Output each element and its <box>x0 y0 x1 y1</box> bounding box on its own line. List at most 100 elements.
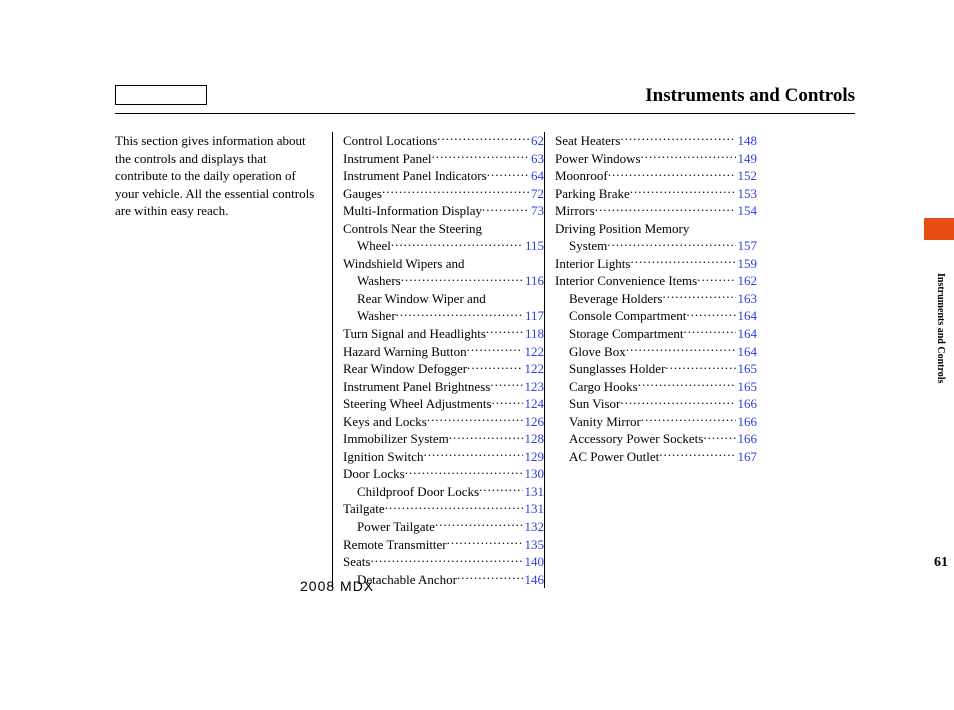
toc-page-link[interactable]: 63 <box>529 150 544 168</box>
toc-page-link[interactable]: 129 <box>523 448 545 466</box>
toc-row: Immobilizer System 128 <box>343 430 544 448</box>
toc-page-link[interactable]: 167 <box>736 448 758 466</box>
toc-label: Driving Position Memory <box>555 220 689 238</box>
toc-row: Console Compartment164 <box>555 307 757 325</box>
toc-page-link[interactable]: 153 <box>736 185 758 203</box>
toc-row: Rear Window Defogger 122 <box>343 360 544 378</box>
toc-label: Instrument Panel Brightness <box>343 378 490 396</box>
toc-label: Rear Window Defogger <box>343 360 467 378</box>
toc-page-link[interactable]: 122 <box>523 360 545 378</box>
toc-dots <box>479 483 522 496</box>
toc-dots <box>487 167 529 180</box>
toc-page-link[interactable]: 166 <box>736 413 758 431</box>
toc-page-link[interactable]: 149 <box>736 150 758 168</box>
toc-page-link[interactable]: 128 <box>523 430 545 448</box>
toc-label: Door Locks <box>343 465 405 483</box>
toc-row: Storage Compartment 164 <box>555 325 757 343</box>
toc-label: Seats <box>343 553 370 571</box>
section-tab <box>924 218 954 240</box>
toc-dots <box>697 272 735 285</box>
toc-page-link[interactable]: 157 <box>736 237 758 255</box>
toc-page-link[interactable]: 126 <box>523 413 545 431</box>
toc-page-link[interactable]: 124 <box>523 395 545 413</box>
toc-dots <box>659 448 735 461</box>
toc-label: Windshield Wipers and <box>343 255 464 273</box>
toc-page-link[interactable]: 73 <box>529 202 544 220</box>
toc-page-link[interactable]: 148 <box>736 132 758 150</box>
toc-page-link[interactable]: 118 <box>523 325 544 343</box>
toc-label: Glove Box <box>569 343 626 361</box>
toc-page-link[interactable]: 164 <box>736 307 758 325</box>
toc-row: Steering Wheel Adjustments124 <box>343 395 544 413</box>
toc-label: System <box>569 237 607 255</box>
toc-row: Sun Visor 166 <box>555 395 757 413</box>
toc-page-link[interactable]: 122 <box>523 343 545 361</box>
toc-label: Immobilizer System <box>343 430 449 448</box>
toc-row: Power Windows 149 <box>555 150 757 168</box>
toc-row: Seats 140 <box>343 553 544 571</box>
toc-page-link[interactable]: 115 <box>523 237 544 255</box>
toc-row: Mirrors154 <box>555 202 757 220</box>
toc-page-link[interactable]: 140 <box>523 553 545 571</box>
toc-page-link[interactable]: 130 <box>523 465 545 483</box>
toc-page-link[interactable]: 131 <box>523 483 545 501</box>
toc-page-link[interactable]: 163 <box>736 290 758 308</box>
toc-label: AC Power Outlet <box>569 448 659 466</box>
toc-dots <box>490 378 522 391</box>
toc-page-link[interactable]: 132 <box>523 518 545 536</box>
toc-dots <box>608 167 736 180</box>
toc-dots <box>401 272 523 285</box>
toc-dots <box>424 448 523 461</box>
toc-page-link[interactable]: 154 <box>736 202 758 220</box>
toc-page-link[interactable]: 162 <box>736 272 758 290</box>
toc-page-link[interactable]: 116 <box>523 272 544 290</box>
toc-page-link[interactable]: 117 <box>523 307 544 325</box>
toc-dots <box>665 360 735 373</box>
toc-row: Ignition Switch129 <box>343 448 544 466</box>
toc-page-link[interactable]: 165 <box>736 378 758 396</box>
toc-label: Control Locations <box>343 132 437 150</box>
toc-dots <box>405 465 523 478</box>
toc-row: Instrument Panel Brightness 123 <box>343 378 544 396</box>
toc-page-link[interactable]: 164 <box>736 343 758 361</box>
toc-page-link[interactable]: 123 <box>523 378 545 396</box>
toc-dots <box>391 237 523 250</box>
toc-page-link[interactable]: 165 <box>736 360 758 378</box>
toc-row: Vanity Mirror166 <box>555 413 757 431</box>
toc-row: Keys and Locks 126 <box>343 413 544 431</box>
toc-row: Power Tailgate 132 <box>343 518 544 536</box>
toc-dots <box>486 325 523 338</box>
toc-row: Seat Heaters148 <box>555 132 757 150</box>
toc-label: Sunglasses Holder <box>569 360 665 378</box>
toc-label: Controls Near the Steering <box>343 220 482 238</box>
toc-page-link[interactable]: 152 <box>736 167 758 185</box>
toc-label: Multi-Information Display <box>343 202 482 220</box>
toc-page-link[interactable]: 146 <box>523 571 545 589</box>
page-number: 61 <box>934 555 948 571</box>
toc-label: Storage Compartment <box>569 325 683 343</box>
toc-page-link[interactable]: 135 <box>523 536 545 554</box>
toc-label: Sun Visor <box>569 395 620 413</box>
toc-label: Keys and Locks <box>343 413 427 431</box>
toc-label: Power Windows <box>555 150 641 168</box>
toc-dots <box>427 413 523 426</box>
toc-dots <box>467 343 523 356</box>
toc-page-link[interactable]: 166 <box>736 430 758 448</box>
page-content: Instruments and Controls This section gi… <box>115 85 855 588</box>
toc-page-link[interactable]: 72 <box>529 185 544 203</box>
toc-dots <box>437 132 529 145</box>
toc-page-link[interactable]: 159 <box>736 255 758 273</box>
toc-row: Rear Window Wiper and <box>343 290 544 308</box>
toc-row: Door Locks 130 <box>343 465 544 483</box>
toc-label: Power Tailgate <box>357 518 435 536</box>
toc-label: Accessory Power Sockets <box>569 430 703 448</box>
toc-page-link[interactable]: 164 <box>736 325 758 343</box>
toc-dots <box>449 430 523 443</box>
toc-page-link[interactable]: 166 <box>736 395 758 413</box>
toc-row: Parking Brake153 <box>555 185 757 203</box>
toc-page-link[interactable]: 131 <box>523 500 545 518</box>
toc-dots <box>396 307 523 320</box>
toc-row: Interior Lights159 <box>555 255 757 273</box>
toc-page-link[interactable]: 62 <box>529 132 544 150</box>
toc-page-link[interactable]: 64 <box>529 167 544 185</box>
